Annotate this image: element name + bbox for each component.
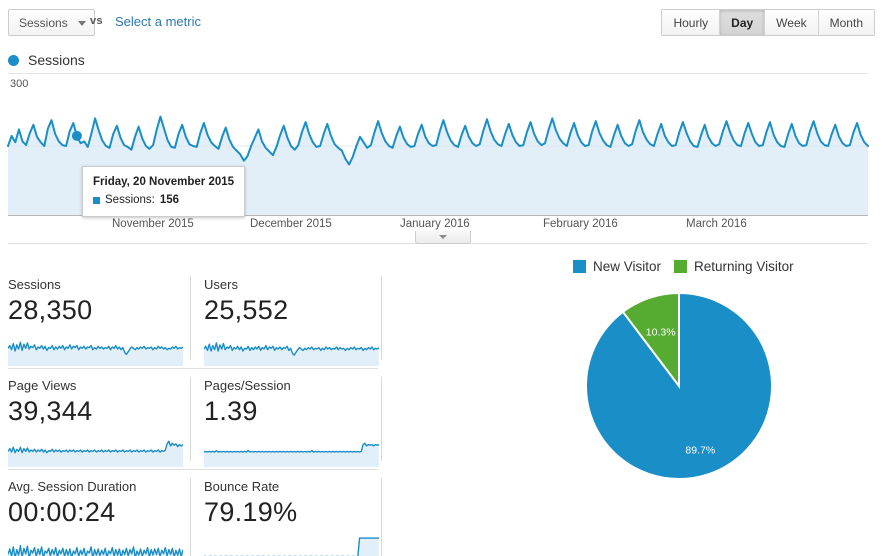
chart-toolbar: Sessions vs Select a metric Hourly Day W…: [0, 0, 883, 45]
metric-card-label: Bounce Rate: [204, 479, 280, 494]
metric-card-users[interactable]: Users 25,552: [190, 268, 386, 369]
x-axis-tick-label: November 2015: [112, 218, 194, 230]
x-axis-tick-label: January 2016: [400, 218, 470, 230]
metric-card-label: Users: [204, 277, 238, 292]
pie-legend-label: New Visitor: [593, 259, 662, 274]
chart-expand-toggle[interactable]: [415, 231, 471, 244]
granularity-month-button[interactable]: Month: [818, 10, 874, 35]
tooltip-series-label: Sessions:: [105, 193, 155, 206]
metric-card-avg-session-duration[interactable]: Avg. Session Duration 00:00:24: [0, 470, 190, 556]
pie-legend-swatch-icon: [674, 260, 688, 273]
metric-card-sparkline: [204, 342, 379, 367]
metric-card-label: Page Views: [8, 378, 77, 393]
metric-card-value: 25,552: [204, 294, 289, 325]
metric-card-label: Sessions: [8, 277, 61, 292]
granularity-hourly-button[interactable]: Hourly: [662, 10, 721, 35]
pie-legend-label: Returning Visitor: [694, 259, 794, 274]
metric-card-sparkline: [8, 341, 183, 367]
primary-metric-select[interactable]: Sessions: [8, 9, 95, 36]
analytics-audience-overview: Sessions vs Select a metric Hourly Day W…: [0, 0, 883, 556]
metric-card-row: Page Views 39,344 Pages/Session 1.39: [0, 369, 392, 470]
metric-card-bounce-rate[interactable]: Bounce Rate 79.19%: [190, 470, 386, 556]
main-chart-legend: Sessions: [8, 52, 85, 68]
x-axis-tick-label: March 2016: [686, 218, 747, 230]
chevron-down-icon: [77, 20, 86, 26]
primary-metric-select-label: Sessions: [19, 15, 68, 30]
card-divider: [381, 276, 382, 360]
pie-slice-label: 10.3%: [646, 326, 676, 338]
pie-slice-label: 89.7%: [685, 445, 715, 457]
pie-legend-item-returning-visitor[interactable]: Returning Visitor: [674, 259, 794, 274]
metric-card-value: 00:00:24: [8, 496, 116, 527]
metric-card-label: Pages/Session: [204, 378, 291, 393]
tooltip-series-value: 156: [159, 193, 180, 206]
metric-card-value: 39,344: [8, 395, 93, 426]
x-axis-tick-label: December 2015: [250, 218, 332, 230]
main-chart-legend-label: Sessions: [28, 52, 85, 68]
granularity-day-button[interactable]: Day: [720, 10, 766, 35]
metric-card-row: Sessions 28,350 Users 25,552: [0, 268, 392, 369]
metric-card-row: Avg. Session Duration 00:00:24 Bounce Ra…: [0, 470, 392, 556]
pie-legend-item-new-visitor[interactable]: New Visitor: [573, 259, 661, 274]
pie-chart-plot: 89.7% 10.3%: [585, 291, 773, 480]
granularity-button-group: Hourly Day Week Month: [661, 9, 875, 36]
granularity-week-button[interactable]: Week: [765, 10, 819, 35]
metric-card-sessions[interactable]: Sessions 28,350: [0, 268, 190, 369]
metric-card-grid: Sessions 28,350 Users 25,552 Page Views …: [0, 268, 392, 556]
tooltip-series-row: Sessions: 156: [93, 192, 234, 209]
metric-card-label: Avg. Session Duration: [8, 479, 137, 494]
pie-chart-legend: New Visitor Returning Visitor: [573, 259, 794, 274]
visitor-type-pie-chart[interactable]: 89.7% 10.3%: [578, 288, 788, 493]
tooltip-date: Friday, 20 November 2015: [93, 176, 235, 188]
metric-card-sparkline: [8, 440, 183, 468]
metric-card-sparkline: [357, 537, 379, 556]
pie-legend-swatch-icon: [573, 260, 586, 273]
metric-card-value: 28,350: [8, 294, 93, 325]
metric-card-sparkline: [8, 545, 183, 556]
card-divider: [381, 377, 382, 461]
chart-tooltip: Friday, 20 November 2015 Sessions: 156: [82, 166, 246, 218]
card-divider: [381, 478, 382, 556]
metric-card-pages-per-session[interactable]: Pages/Session 1.39: [190, 369, 386, 470]
vs-label: vs: [90, 15, 103, 27]
metric-card-value: 79.19%: [204, 496, 298, 527]
select-a-metric-link[interactable]: Select a metric: [115, 14, 201, 29]
metric-card-page-views[interactable]: Page Views 39,344: [0, 369, 190, 470]
metric-card-value: 1.39: [204, 395, 258, 426]
metric-card-sparkline: [204, 442, 379, 468]
x-axis-tick-label: February 2016: [543, 218, 618, 230]
sessions-legend-dot-icon: [8, 54, 19, 66]
tooltip-series-swatch-icon: [93, 196, 100, 204]
chevron-down-icon: [439, 235, 447, 239]
